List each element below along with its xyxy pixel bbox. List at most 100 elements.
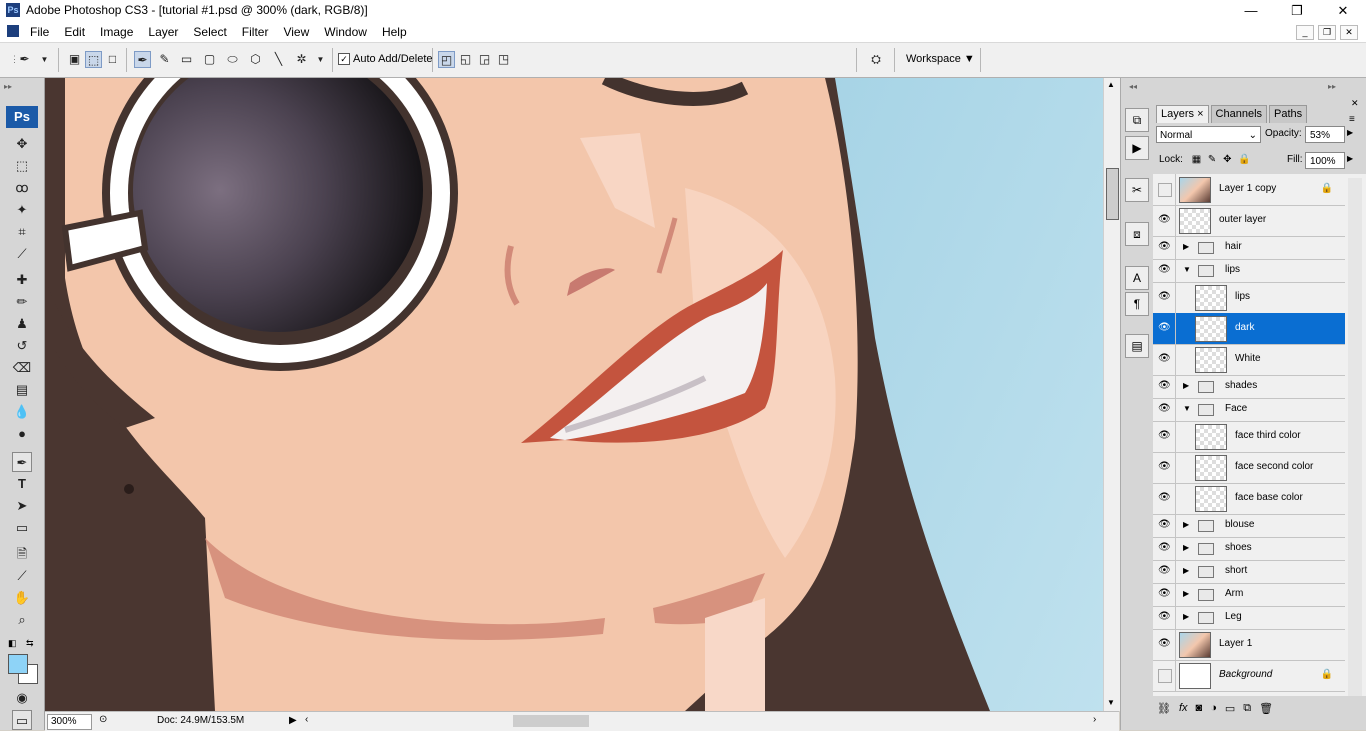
pen-tool-preset-icon[interactable]: ✒ xyxy=(16,51,33,68)
layer-row[interactable]: 👁 Layer 1 xyxy=(1153,629,1345,661)
eye-icon[interactable]: 👁 xyxy=(1158,461,1171,472)
lock-all-icon[interactable]: 🔒 xyxy=(1238,154,1250,165)
blend-mode-select[interactable]: Normal ⌄ xyxy=(1156,126,1261,143)
panel-menu-icon[interactable]: ≡ xyxy=(1349,114,1355,125)
menu-image[interactable]: Image xyxy=(100,25,133,39)
eye-icon[interactable]: 👁 xyxy=(1158,322,1171,333)
scroll-down-icon[interactable]: ▼ xyxy=(1107,698,1115,707)
rectangle-icon[interactable]: ▭ xyxy=(178,51,195,68)
new-group-icon[interactable]: ▭ xyxy=(1225,702,1235,715)
expand-arrow-icon[interactable]: ▶ xyxy=(1183,612,1189,621)
minimize-button[interactable]: — xyxy=(1228,0,1274,22)
eye-icon[interactable]: 👁 xyxy=(1158,353,1171,364)
new-layer-icon[interactable]: ⧉ xyxy=(1243,702,1251,715)
pen-tool-icon[interactable]: ✒ xyxy=(12,452,32,472)
doc-restore-button[interactable]: ❐ xyxy=(1318,25,1336,40)
link-layers-icon[interactable]: ⛓ xyxy=(1157,702,1171,715)
layer-row[interactable]: 👁 dark xyxy=(1153,313,1345,345)
pen-icon[interactable]: ✒ xyxy=(134,51,151,68)
ellipse-icon[interactable]: ⬭ xyxy=(224,51,241,68)
custom-shape-icon[interactable]: ✲ xyxy=(293,51,310,68)
brush-tool-icon[interactable]: ✏ xyxy=(12,292,32,312)
eye-icon[interactable]: 👁 xyxy=(1158,565,1171,576)
zoom-level-field[interactable]: 300% xyxy=(47,714,92,730)
foreground-color-swatch[interactable] xyxy=(8,654,28,674)
canvas-artwork[interactable] xyxy=(45,78,1103,711)
blur-tool-icon[interactable]: 💧 xyxy=(12,402,32,422)
layer-row[interactable]: 👁 face third color xyxy=(1153,421,1345,453)
trash-icon[interactable]: 🗑 xyxy=(1259,702,1273,715)
paragraph-palette-icon[interactable]: ¶ xyxy=(1125,292,1149,316)
layer-group-row[interactable]: 👁 ▶ blouse xyxy=(1153,514,1345,538)
layer-row[interactable]: Layer 1 copy 🔒 xyxy=(1153,174,1345,206)
menu-edit[interactable]: Edit xyxy=(64,25,85,39)
fill-slider-arrow-icon[interactable]: ▶ xyxy=(1347,154,1353,163)
expand-arrow-icon[interactable]: ▶ xyxy=(1183,242,1189,251)
preset-dropdown-icon[interactable]: ▼ xyxy=(36,51,53,68)
tab-layers[interactable]: Layers × xyxy=(1156,105,1209,123)
default-colors-icon[interactable]: ◧ xyxy=(8,638,17,649)
actions-palette-icon[interactable]: ▶ xyxy=(1125,136,1149,160)
layer-group-row[interactable]: 👁 ▶ short xyxy=(1153,560,1345,584)
scroll-left-icon[interactable]: ‹ xyxy=(305,714,308,725)
doc-close-button[interactable]: ✕ xyxy=(1340,25,1358,40)
fill-field[interactable]: 100% xyxy=(1305,152,1345,169)
rounded-rectangle-icon[interactable]: ▢ xyxy=(201,51,218,68)
lock-image-icon[interactable]: ✎ xyxy=(1208,154,1216,165)
marquee-tool-icon[interactable]: ⬚ xyxy=(12,156,32,176)
shape-dropdown-icon[interactable]: ▼ xyxy=(312,51,329,68)
eraser-tool-icon[interactable]: ⌫ xyxy=(12,358,32,378)
hidden-visibility-icon[interactable] xyxy=(1158,182,1172,197)
eye-icon[interactable]: 👁 xyxy=(1158,241,1171,252)
layer-group-row[interactable]: 👁 ▶ shades xyxy=(1153,375,1345,399)
layer-row[interactable]: 👁 face base color xyxy=(1153,483,1345,515)
maximize-button[interactable]: ❐ xyxy=(1274,0,1320,22)
opacity-slider-arrow-icon[interactable]: ▶ xyxy=(1347,128,1353,137)
screen-mode-icon[interactable]: ▭ xyxy=(12,710,32,730)
menu-select[interactable]: Select xyxy=(193,25,226,39)
layer-row[interactable]: 👁 outer layer xyxy=(1153,205,1345,237)
lock-transparent-icon[interactable]: ▦ xyxy=(1192,154,1201,165)
doc-minimize-button[interactable]: _ xyxy=(1296,25,1314,40)
intersect-path-areas-icon[interactable]: ◲ xyxy=(476,51,493,68)
tab-close-icon[interactable]: × xyxy=(1197,108,1203,120)
dodge-tool-icon[interactable]: ● xyxy=(12,424,32,444)
expand-arrow-icon[interactable]: ▶ xyxy=(1183,589,1189,598)
menu-layer[interactable]: Layer xyxy=(148,25,178,39)
toolbox-grip-icon[interactable]: ▸▸ xyxy=(4,82,12,91)
eye-icon[interactable]: 👁 xyxy=(1158,542,1171,553)
menu-filter[interactable]: Filter xyxy=(242,25,269,39)
scroll-right-icon[interactable]: › xyxy=(1093,714,1096,725)
eye-icon[interactable]: 👁 xyxy=(1158,264,1171,275)
vertical-scrollbar[interactable]: ▲ ▼ xyxy=(1103,78,1120,711)
eye-icon[interactable]: 👁 xyxy=(1158,291,1171,302)
layer-group-row[interactable]: 👁 ▼ lips xyxy=(1153,259,1345,283)
eye-icon[interactable]: 👁 xyxy=(1158,611,1171,622)
layer-style-icon[interactable]: fx xyxy=(1179,702,1188,715)
swap-colors-icon[interactable]: ⇆ xyxy=(26,638,34,649)
layer-row[interactable]: 👁 White xyxy=(1153,344,1345,376)
clone-stamp-tool-icon[interactable]: ♟ xyxy=(12,314,32,334)
lasso-tool-icon[interactable]: ꝏ xyxy=(12,178,32,198)
freeform-pen-icon[interactable]: ✎ xyxy=(156,51,173,68)
magic-wand-tool-icon[interactable]: ✦ xyxy=(12,200,32,220)
quick-mask-icon[interactable]: ◉ xyxy=(12,688,32,708)
history-brush-tool-icon[interactable]: ↺ xyxy=(12,336,32,356)
slice-tool-icon[interactable]: ⟋ xyxy=(12,244,32,264)
subtract-from-path-area-icon[interactable]: ◱ xyxy=(457,51,474,68)
eye-icon[interactable]: 👁 xyxy=(1158,588,1171,599)
paths-mode-icon[interactable]: ⬚ xyxy=(85,51,102,68)
document-icon[interactable] xyxy=(7,25,19,37)
exclude-overlapping-path-areas-icon[interactable]: ◳ xyxy=(495,51,512,68)
layer-comps-palette-icon[interactable]: ⧈ xyxy=(1125,222,1149,246)
tool-presets-palette-icon[interactable]: ✂ xyxy=(1125,178,1149,202)
fill-pixels-icon[interactable]: □ xyxy=(104,51,121,68)
eye-icon[interactable]: 👁 xyxy=(1158,403,1171,414)
path-selection-tool-icon[interactable]: ➤ xyxy=(12,496,32,516)
expand-arrow-icon[interactable]: ▶ xyxy=(1183,543,1189,552)
eyedropper-tool-icon[interactable]: ⟋ xyxy=(12,566,32,586)
line-icon[interactable]: ╲ xyxy=(270,51,287,68)
expand-arrow-open-icon[interactable]: ▼ xyxy=(1183,265,1191,274)
add-to-path-area-icon[interactable]: ◰ xyxy=(438,51,455,68)
horizontal-scroll-thumb[interactable] xyxy=(513,715,589,727)
